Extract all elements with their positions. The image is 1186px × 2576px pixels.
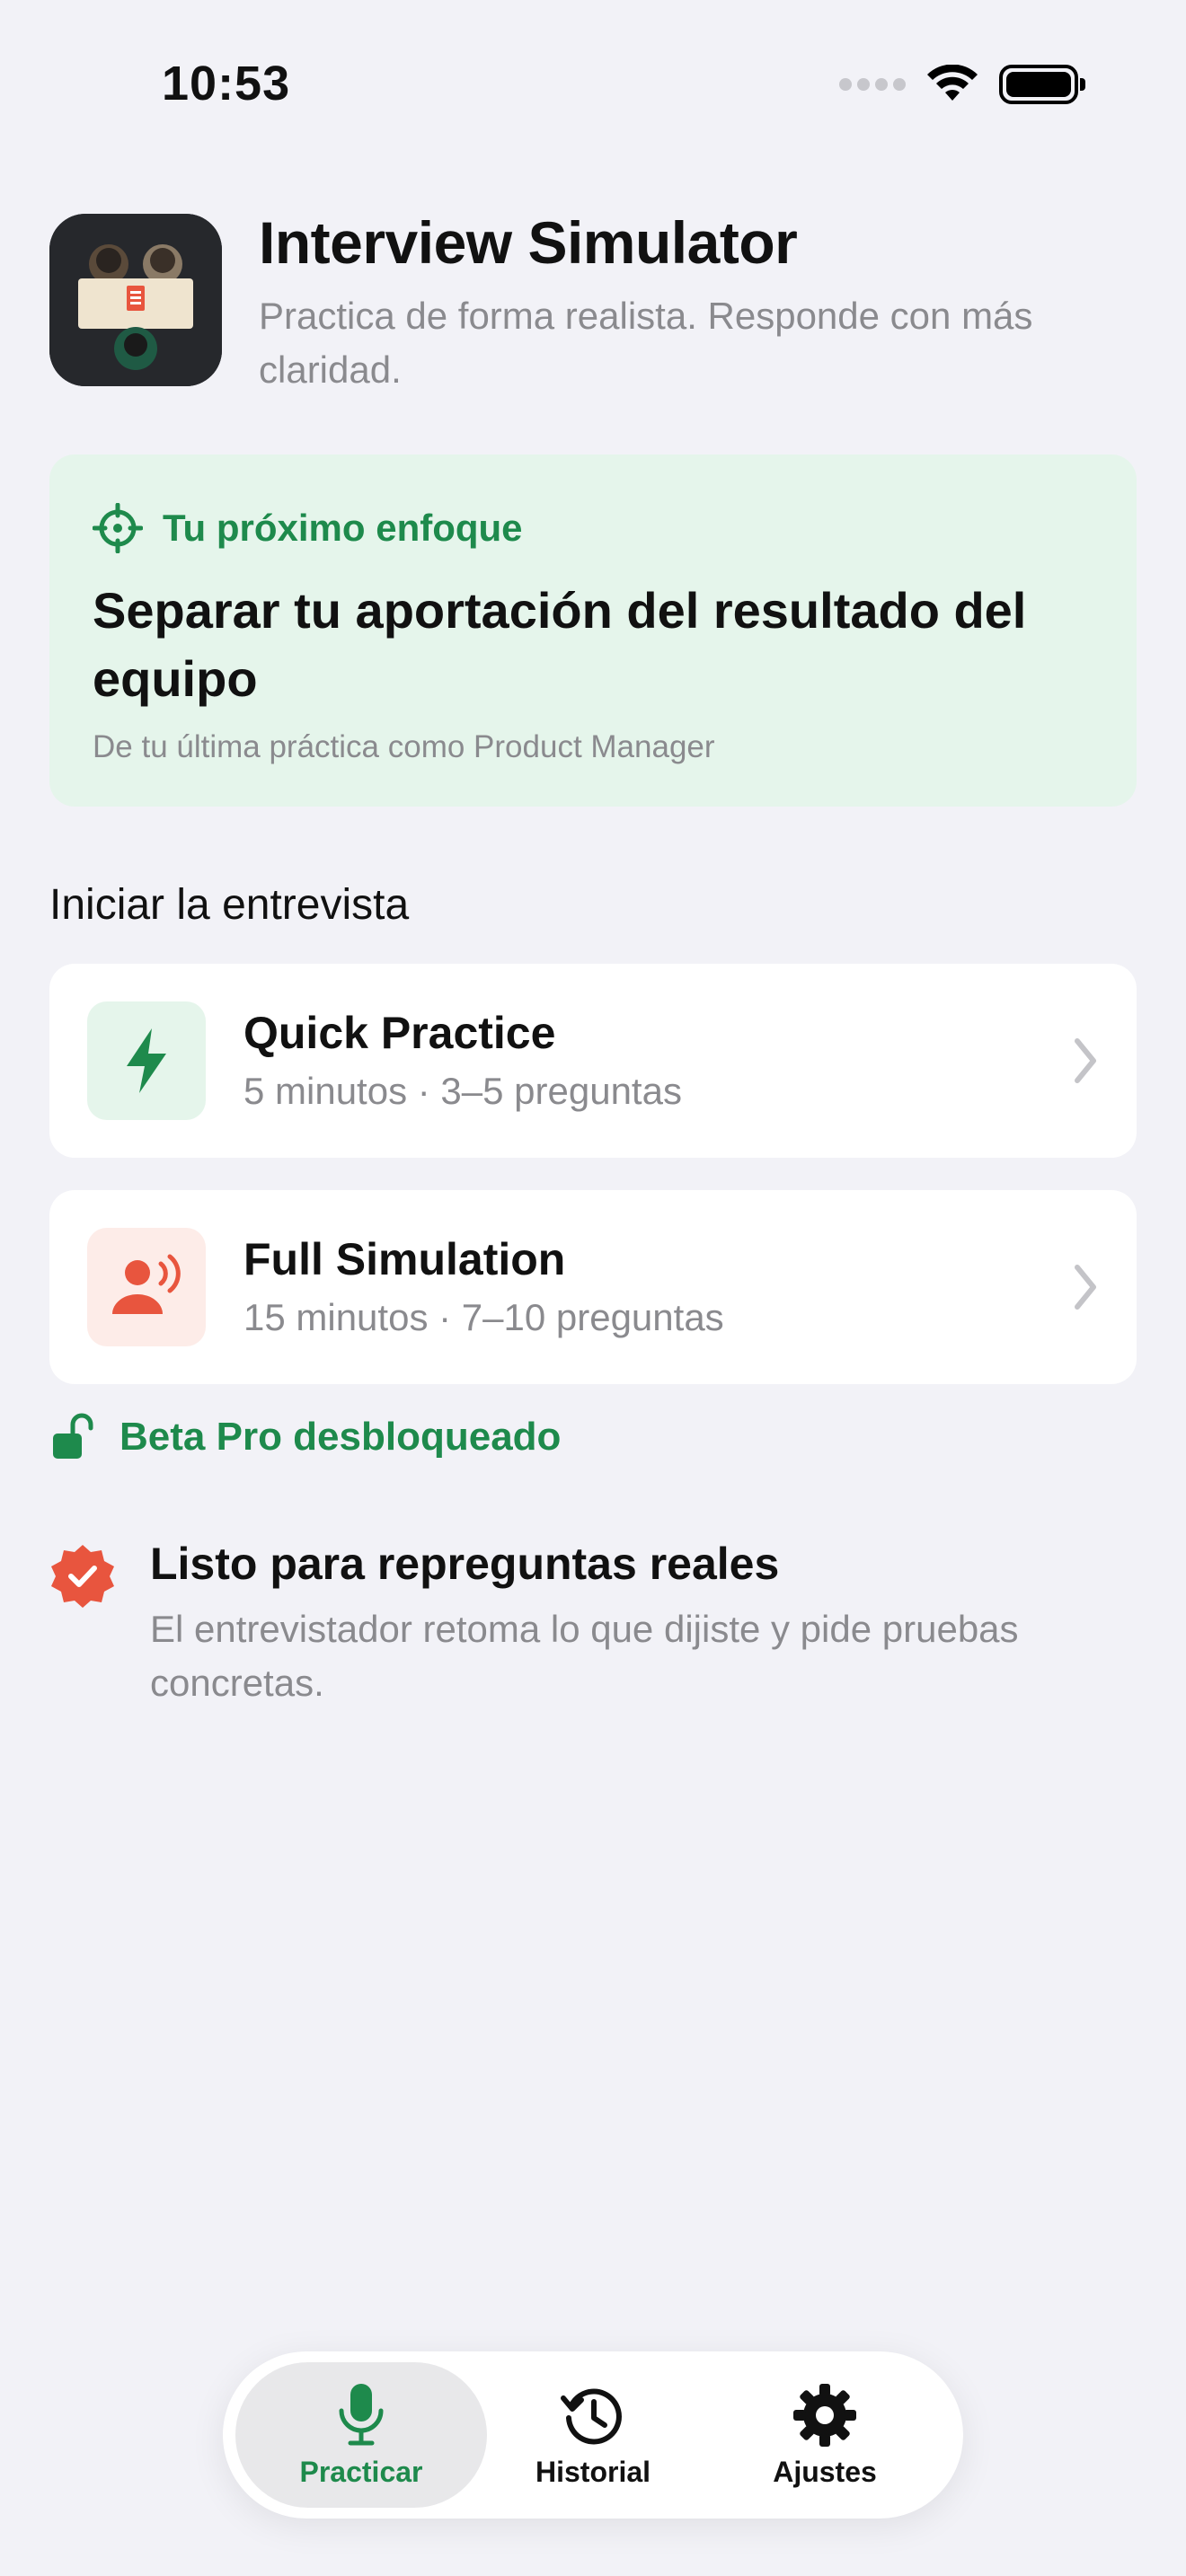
next-focus-card[interactable]: Tu próximo enfoque Separar tu aportación…: [49, 454, 1137, 807]
full-simulation-button[interactable]: Full Simulation 15 minutos · 7–10 pregun…: [49, 1190, 1137, 1384]
focus-label-row: Tu próximo enfoque: [93, 503, 523, 553]
ready-title: Listo para repreguntas reales: [150, 1539, 780, 1589]
tab-ajustes[interactable]: Ajustes: [699, 2362, 951, 2508]
unlock-icon: [53, 1413, 93, 1459]
focus-title: Separar tu aportación del resultado del …: [93, 582, 1027, 707]
option-subtitle: 5 minutos · 3–5 preguntas: [243, 1070, 682, 1112]
option-subtitle: 15 minutos · 7–10 preguntas: [243, 1296, 724, 1338]
tab-historial[interactable]: Historial: [467, 2362, 719, 2508]
app-logo: [49, 214, 222, 386]
target-icon: [93, 503, 143, 553]
app-subtitle: Practica de forma realista. Responde con…: [259, 295, 1033, 391]
focus-source: De tu última práctica como Product Manag…: [93, 729, 715, 764]
tab-practicar[interactable]: Practicar: [235, 2362, 487, 2508]
chevron-right-icon: [1075, 1265, 1096, 1310]
option-title: Full Simulation: [243, 1234, 566, 1284]
option-title: Quick Practice: [243, 1008, 556, 1058]
person-voice-icon: [87, 1228, 206, 1346]
quick-practice-button[interactable]: Quick Practice 5 minutos · 3–5 preguntas: [49, 964, 1137, 1158]
wifi-icon: [927, 65, 978, 101]
beta-pro-status: Beta Pro desbloqueado: [49, 1412, 561, 1462]
tab-label: Historial: [535, 2455, 651, 2488]
status-time: 10:53: [162, 57, 291, 110]
ready-description: El entrevistador retoma lo que dijiste y…: [150, 1608, 1019, 1704]
verified-badge-icon: [51, 1545, 114, 1608]
tab-label: Ajustes: [773, 2455, 877, 2488]
tab-bar: Practicar Historial Ajustes: [223, 2351, 963, 2519]
mic-icon: [339, 2383, 384, 2445]
bolt-icon: [87, 1001, 206, 1120]
section-title: Iniciar la entrevista: [49, 881, 410, 929]
history-icon: [561, 2388, 622, 2444]
gear-icon: [793, 2383, 856, 2447]
cellular-signal-icon: [839, 78, 906, 91]
chevron-right-icon: [1075, 1038, 1096, 1083]
app-title: Interview Simulator: [259, 209, 798, 276]
tab-label: Practicar: [299, 2455, 423, 2488]
focus-label: Tu próximo enfoque: [163, 507, 523, 549]
beta-pro-label: Beta Pro desbloqueado: [119, 1415, 562, 1459]
screen: 10:53 Interview Simulator Practica de fo…: [0, 0, 1186, 2576]
battery-icon: [999, 65, 1085, 104]
status-indicators: [839, 65, 1085, 104]
